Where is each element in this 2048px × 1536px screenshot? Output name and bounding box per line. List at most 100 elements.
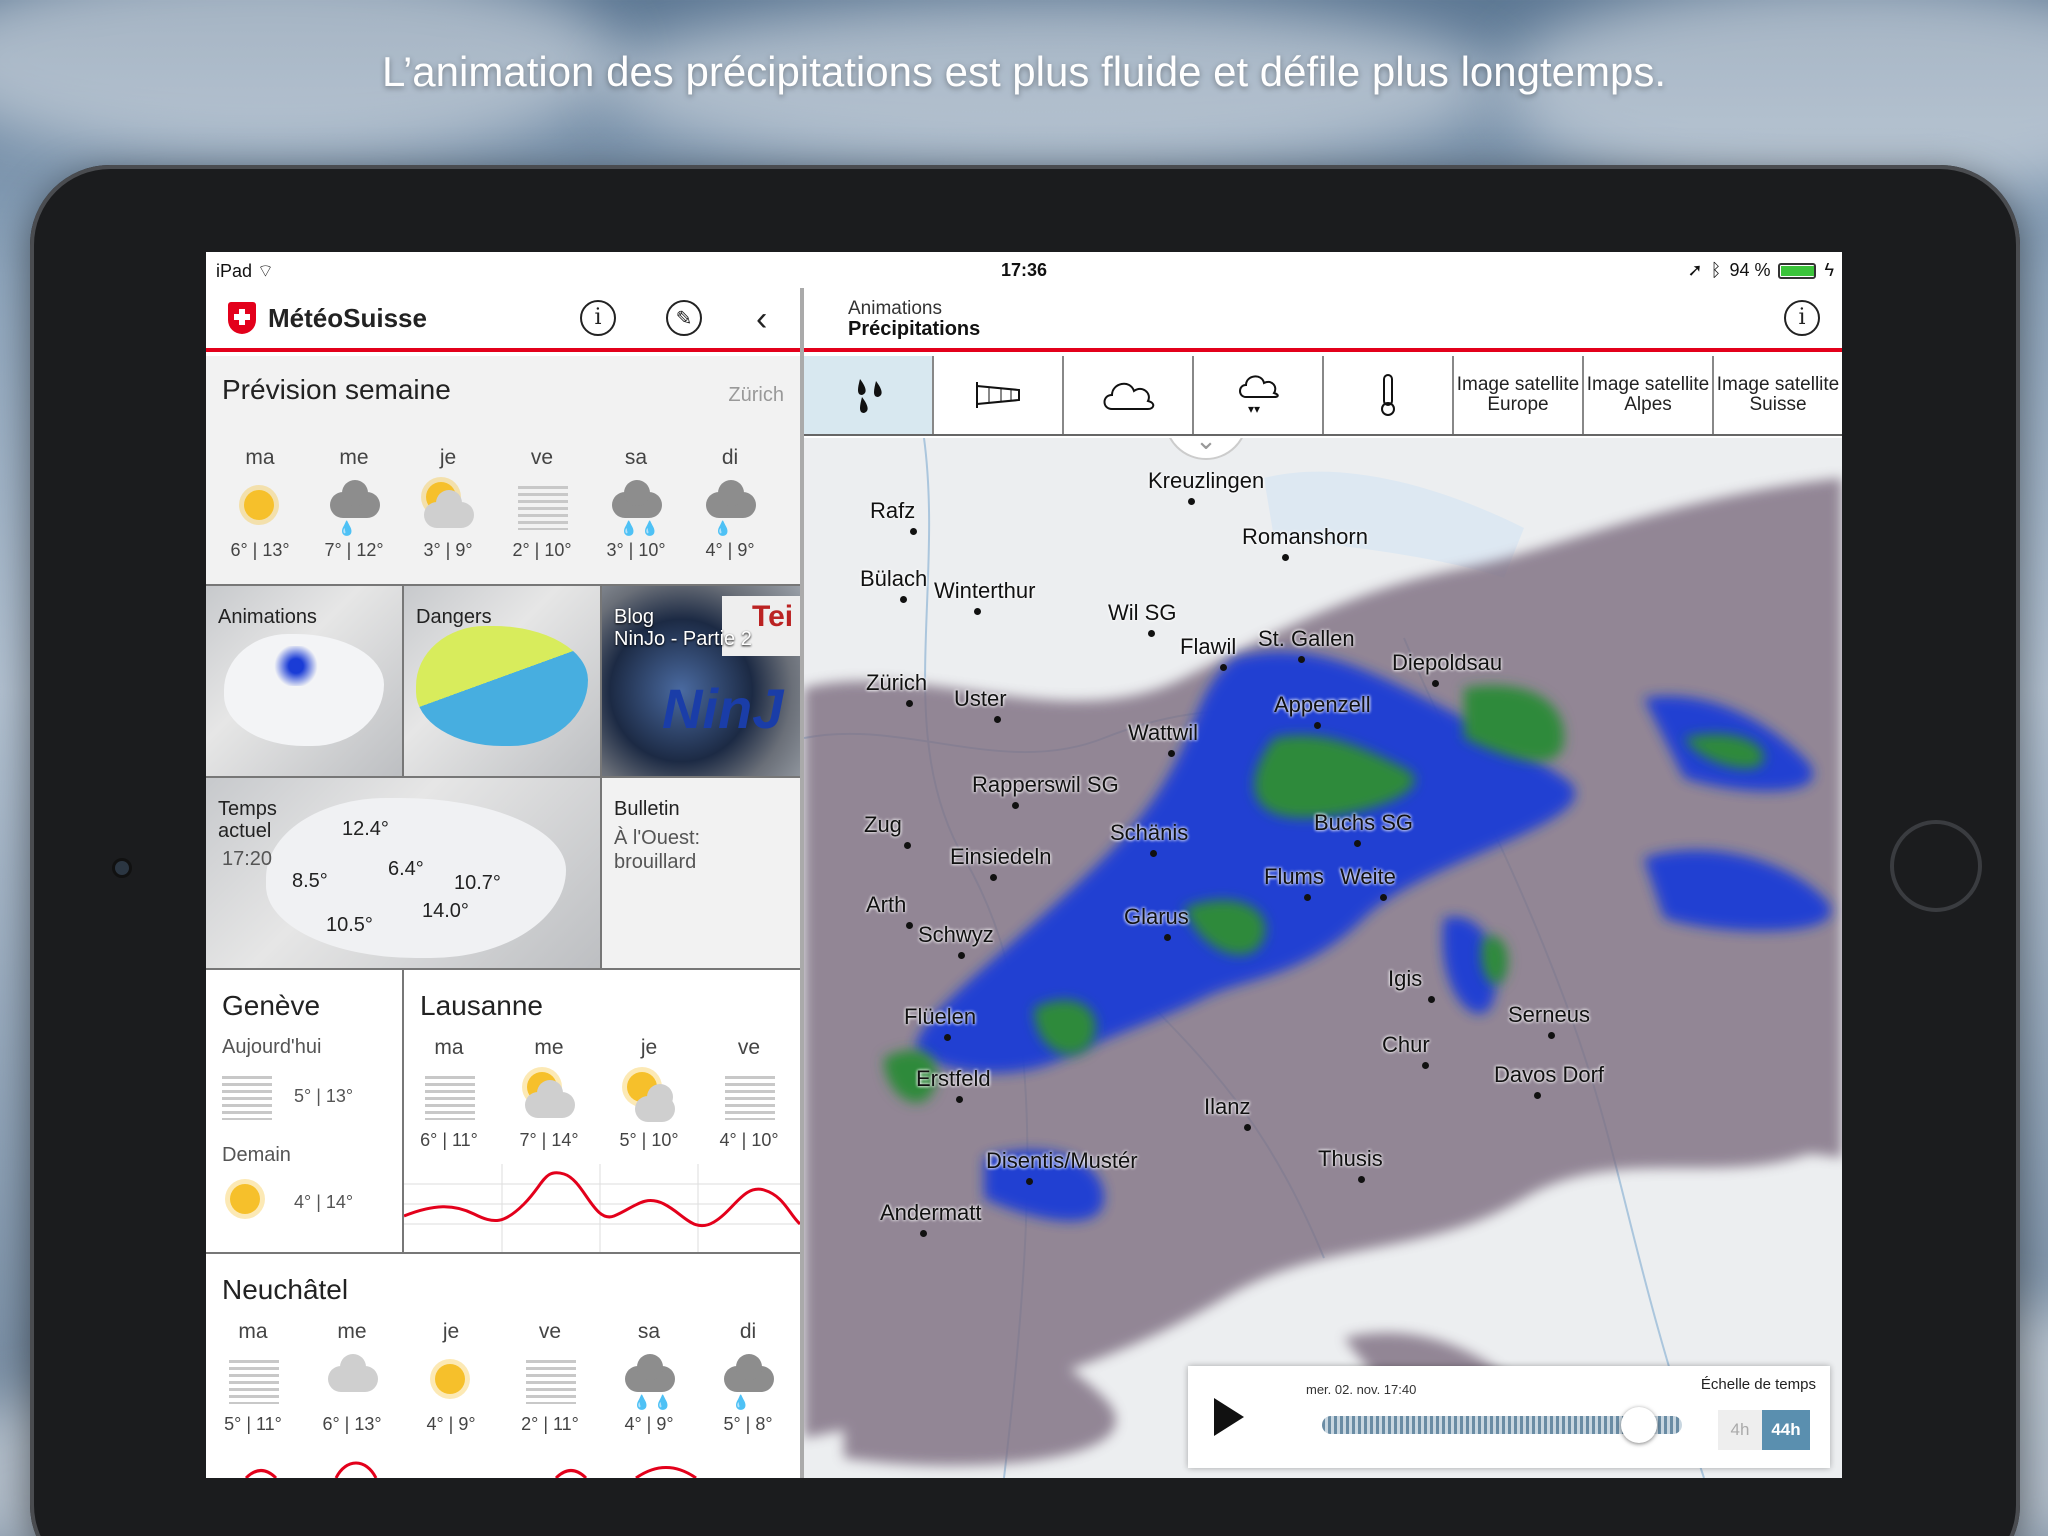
neuchatel-card[interactable]: Neuchâtel ma 5° | 11° me 6° | 13° je 4° | 9… — [206, 1254, 800, 1478]
map-city-label: Arth — [866, 892, 907, 917]
map-city-dot — [944, 1034, 951, 1041]
lausanne-card[interactable]: Lausanne ma 6° | 11° me 7° | 14° je 5° | 10… — [404, 970, 800, 1252]
neuchatel-name: Neuchâtel — [222, 1274, 349, 1305]
fog-icon — [512, 476, 572, 536]
map-city-dot — [1220, 664, 1227, 671]
edit-pencil-icon[interactable]: ✎ — [666, 300, 702, 336]
week-forecast-card[interactable]: Prévision semaine Zürich ma 6° | 13° me … — [206, 356, 800, 584]
map-city-label: Ilanz — [1204, 1094, 1251, 1119]
day-temp: 4° | 9° — [426, 1414, 476, 1434]
home-button[interactable] — [1890, 820, 1982, 912]
current-weather-tile[interactable]: Temps actuel 17:20 12.4° 8.5° 6.4° 10.7° … — [206, 778, 600, 968]
map-city-dot — [920, 1230, 927, 1237]
geneve-card[interactable]: Genève Aujourd'hui 5° | 13° Demain 4° | … — [206, 970, 402, 1252]
precipitation-map[interactable]: ⌄ Kreuzlingen Rafz Romanshorn Bülach Wintert… — [804, 438, 1842, 1478]
day-name: ve — [530, 446, 554, 469]
blog-tile[interactable]: Tei NinJ Blog NinJo - Partie 2 — [602, 586, 800, 776]
rain-drops-icon[interactable] — [804, 356, 934, 434]
forecast-day: je 3° | 9° — [418, 446, 478, 561]
camera — [112, 858, 132, 878]
day-temp: 6° | 13° — [322, 1414, 382, 1434]
sunny-icon — [230, 476, 290, 536]
map-city-label: Schwyz — [918, 922, 994, 947]
status-bar: iPad ⌔ 17:36 ➚ ᛒ 94 % ϟ — [206, 252, 1842, 288]
map-city-dot — [1282, 554, 1289, 561]
map-city-dot — [906, 700, 913, 707]
right-pane: Animations Précipitations i ▾▾ Image sat… — [804, 288, 1842, 1478]
tab-satellite-suisse[interactable]: Image satellite Suisse — [1714, 356, 1842, 434]
tab-satellite-europe[interactable]: Image satellite Europe — [1454, 356, 1584, 434]
today-label: Aujourd'hui — [222, 1036, 322, 1058]
map-city-label: Appenzell — [1274, 692, 1371, 717]
timeline-slider[interactable] — [1322, 1407, 1682, 1443]
today-temp: 5° | 13° — [294, 1086, 354, 1106]
cloud-rain-icon: 💧 — [324, 476, 384, 536]
day-name: me — [534, 1036, 564, 1059]
temp-reading: 6.4° — [388, 858, 424, 880]
cloud-icon[interactable] — [1064, 356, 1194, 434]
fog-icon — [719, 1066, 779, 1126]
neuchatel-temp-curve — [244, 1461, 697, 1478]
bulletin-tile[interactable]: Bulletin À l'Ouest: brouillard — [602, 778, 800, 968]
week-city: Zürich — [728, 384, 784, 406]
back-chevron-icon[interactable]: ‹ — [756, 300, 767, 339]
map-city-label: Disentis/Mustér — [986, 1148, 1138, 1173]
neuchatel-days: ma 5° | 11° me 6° | 13° je 4° | 9° ve 2° | 1… — [222, 1320, 779, 1435]
day-name: je — [439, 446, 457, 469]
battery-text: 94 % — [1729, 260, 1771, 280]
map-city-dot — [1422, 1062, 1429, 1069]
map-city-label: Flums — [1264, 864, 1324, 889]
map-city-label: Thusis — [1318, 1146, 1383, 1171]
forecast-day: je 4° | 9° — [420, 1320, 482, 1435]
map-city-dot — [1188, 498, 1195, 505]
forecast-day: ve 2° | 10° — [512, 446, 572, 561]
map-city-dot — [904, 842, 911, 849]
svg-text:▾▾: ▾▾ — [1248, 402, 1260, 416]
week-title: Prévision semaine — [222, 374, 451, 405]
map-city-dot — [1428, 996, 1435, 1003]
map-city-label: Andermatt — [880, 1200, 982, 1225]
map-city-label: Wil SG — [1108, 600, 1177, 625]
scale-4h-button[interactable]: 4h — [1718, 1410, 1762, 1450]
day-temp: 2° | 11° — [521, 1414, 579, 1434]
bulletin-text: À l'Ouest: brouillard — [614, 827, 701, 873]
windsock-icon[interactable] — [934, 356, 1064, 434]
hail-icon[interactable]: ▾▾ — [1194, 356, 1324, 434]
map-city-dot — [1148, 630, 1155, 637]
forecast-day: di 💧 4° | 9° — [700, 446, 760, 561]
map-city-label: Flawil — [1180, 634, 1237, 659]
day-temp: 3° | 9° — [423, 540, 473, 560]
forecast-day: je 5° | 10° — [618, 1036, 680, 1151]
animations-label: Animations — [218, 606, 317, 628]
app-logo: MétéoSuisse — [228, 302, 427, 334]
map-city-dot — [974, 608, 981, 615]
day-temp: 6° | 13° — [230, 540, 290, 560]
day-name: ve — [737, 1036, 761, 1059]
day-temp: 7° | 12° — [324, 540, 384, 560]
map-city-dot — [1432, 680, 1439, 687]
animations-tile[interactable]: Animations — [206, 586, 402, 776]
forecast-day: ma 6° | 13° — [230, 446, 290, 561]
map-city-label: Flüelen — [904, 1004, 977, 1029]
tab-satellite-alpes[interactable]: Image satellite Alpes — [1584, 356, 1714, 434]
play-icon[interactable] — [1214, 1398, 1244, 1436]
timeline-thumb[interactable] — [1620, 1407, 1657, 1443]
info-icon[interactable]: i — [580, 300, 616, 336]
day-temp: 5° | 8° — [723, 1414, 773, 1434]
dangers-tile[interactable]: Dangers — [404, 586, 600, 776]
dangers-label: Dangers — [416, 606, 492, 628]
temp-reading: 10.5° — [326, 914, 373, 936]
map-city-dot — [1314, 722, 1321, 729]
left-pane: MétéoSuisse i ✎ ‹ Prévision semaine Züri… — [206, 288, 800, 1478]
map-city-label: Uster — [954, 686, 1007, 711]
thermometer-icon[interactable] — [1324, 356, 1454, 434]
map-city-label: Igis — [1388, 966, 1423, 991]
sunny-icon — [421, 1350, 481, 1410]
map-city-dot — [1168, 750, 1175, 757]
map-city-dot — [1534, 1092, 1541, 1099]
cloud-rain-heavy-icon: 💧💧 — [606, 476, 666, 536]
scale-44h-button[interactable]: 44h — [1762, 1410, 1810, 1450]
info-icon[interactable]: i — [1784, 300, 1820, 336]
map-city-label: St. Gallen — [1258, 626, 1355, 651]
day-name: me — [339, 446, 369, 469]
